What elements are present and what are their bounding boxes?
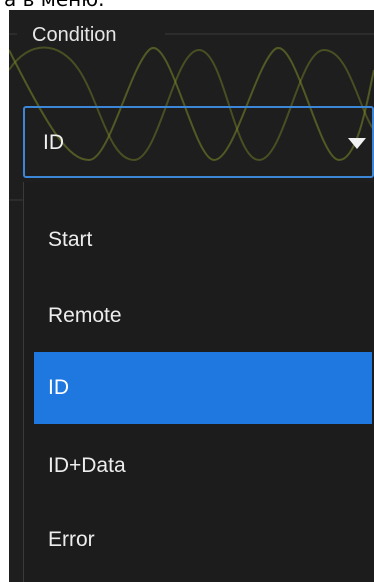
menu-item-remote[interactable]: Remote [34,280,372,352]
condition-dropdown-menu: Start Remote ID ID+Data Error [23,182,374,582]
condition-select-value: ID [43,131,64,154]
menu-item-id[interactable]: ID [34,352,372,424]
trigger-condition-panel: Condition ID Start Remote ID ID+Data Err… [9,10,374,582]
caret-down-icon[interactable] [348,138,366,149]
menu-item-error[interactable]: Error [34,504,372,576]
page-caption: а в меню. [0,0,374,10]
condition-label: Condition [32,24,117,46]
menu-item-start[interactable]: Start [34,204,372,276]
condition-select[interactable]: ID [23,106,374,178]
menu-item-id-data[interactable]: ID+Data [34,430,372,502]
